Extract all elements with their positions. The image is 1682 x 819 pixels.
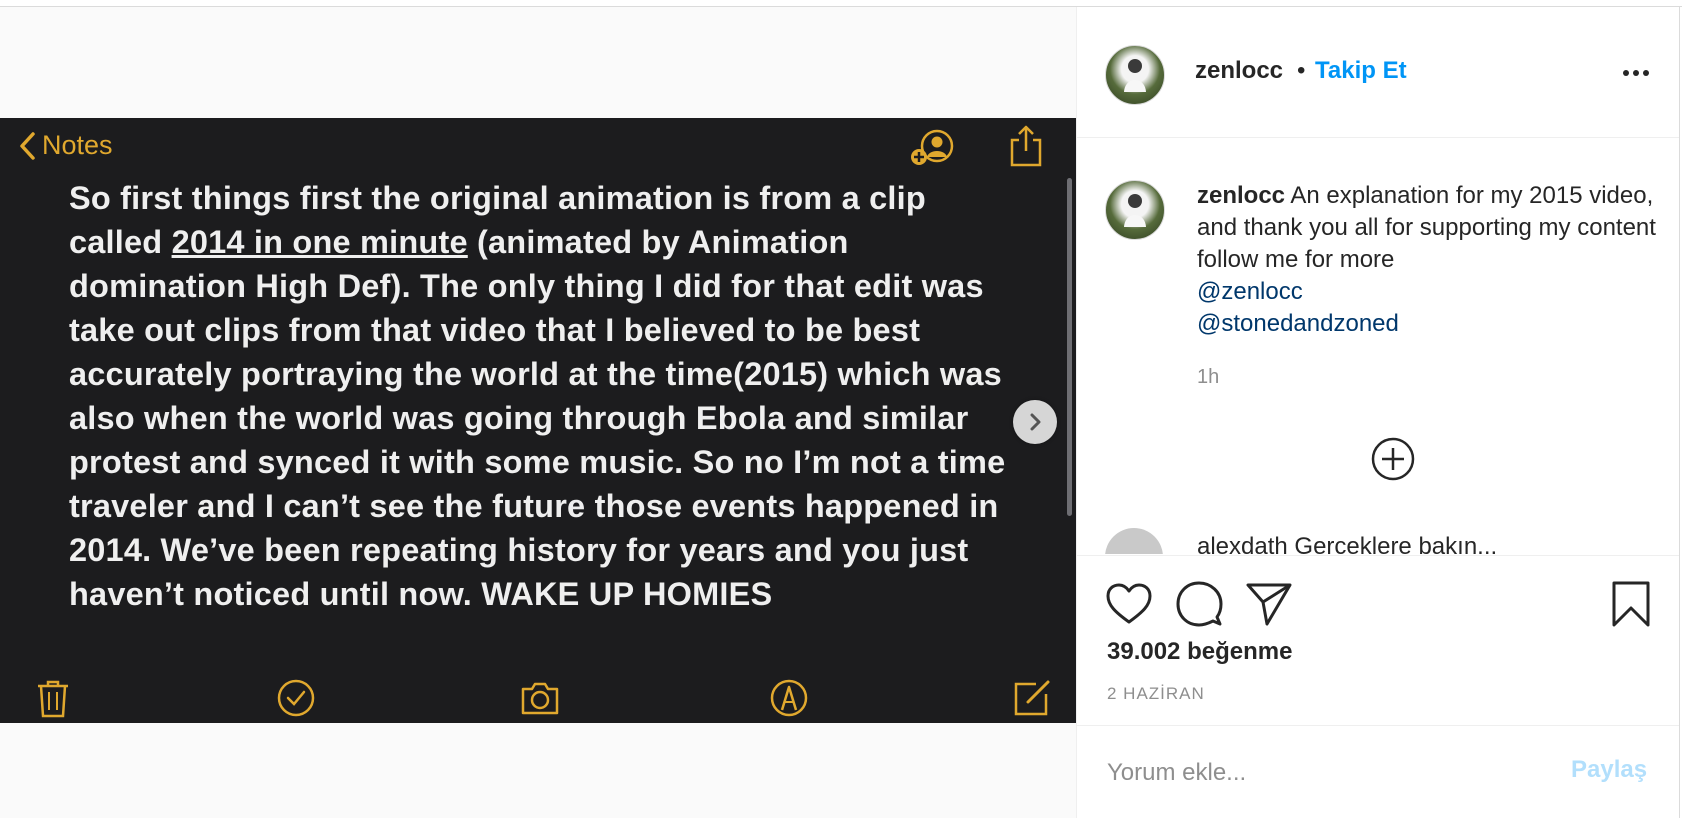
checkmark-icon: [277, 679, 315, 717]
add-person-icon: [911, 129, 954, 165]
add-circle-icon[interactable]: [1370, 436, 1416, 482]
person-avatar-icon: [1124, 59, 1146, 92]
media-area: Notes So first things first the original…: [0, 7, 1076, 818]
avatar[interactable]: [1105, 528, 1163, 554]
post-comment-button[interactable]: Paylaş: [1571, 756, 1647, 784]
next-image-button[interactable]: [1013, 400, 1057, 444]
action-bar: 39.002 beğenme 2 HAZİRAN: [1077, 555, 1679, 726]
chevron-right-icon: [1030, 413, 1041, 431]
avatar[interactable]: [1105, 45, 1165, 105]
post-date: 2 HAZİRAN: [1107, 684, 1205, 703]
caption-timestamp: 1h: [1197, 366, 1220, 388]
heart-icon[interactable]: [1105, 580, 1153, 628]
note-link: 2014 in one minute: [171, 224, 468, 260]
comment-icon[interactable]: [1175, 580, 1223, 628]
compose-icon: [1014, 680, 1050, 716]
note-scrollbar: [1067, 178, 1072, 516]
post-side-panel: zenlocc • Takip Et zenlocc An explanatio…: [1076, 7, 1680, 818]
bookmark-icon[interactable]: [1607, 580, 1655, 628]
caption: zenlocc An explanation for my 2015 video…: [1197, 180, 1657, 340]
caption-username[interactable]: zenlocc: [1197, 182, 1285, 209]
post-image[interactable]: Notes So first things first the original…: [0, 118, 1076, 723]
camera-icon: [521, 682, 559, 715]
separator-dot: •: [1297, 57, 1306, 84]
trash-icon: [38, 680, 68, 718]
chevron-left-icon: [20, 131, 35, 160]
notes-back-button: Notes: [18, 130, 113, 161]
follow-button[interactable]: Takip Et: [1315, 57, 1407, 85]
more-options-icon[interactable]: [1621, 67, 1651, 79]
mention-link[interactable]: @stonedandzoned: [1197, 308, 1657, 340]
note-text-after-link: (animated by Animation domination High D…: [69, 224, 1006, 612]
header-username[interactable]: zenlocc: [1195, 57, 1283, 85]
notes-back-label: Notes: [42, 130, 113, 160]
avatar[interactable]: [1105, 180, 1165, 240]
add-comment-section: Paylaş: [1077, 725, 1679, 819]
mention-link[interactable]: @zenlocc: [1197, 276, 1657, 308]
comment-text: alexdath Gerceklere bakın...: [1197, 533, 1498, 554]
likes-count[interactable]: 39.002 beğenme: [1107, 638, 1292, 666]
send-icon[interactable]: [1245, 580, 1293, 628]
note-body: So first things first the original anima…: [69, 176, 1019, 616]
person-avatar-icon: [1124, 194, 1146, 227]
share-icon: [1010, 125, 1042, 167]
comment-input[interactable]: [1105, 752, 1549, 794]
markup-icon: [770, 679, 808, 717]
comments-section: zenlocc An explanation for my 2015 video…: [1077, 138, 1679, 554]
post-header: zenlocc • Takip Et: [1077, 7, 1679, 138]
